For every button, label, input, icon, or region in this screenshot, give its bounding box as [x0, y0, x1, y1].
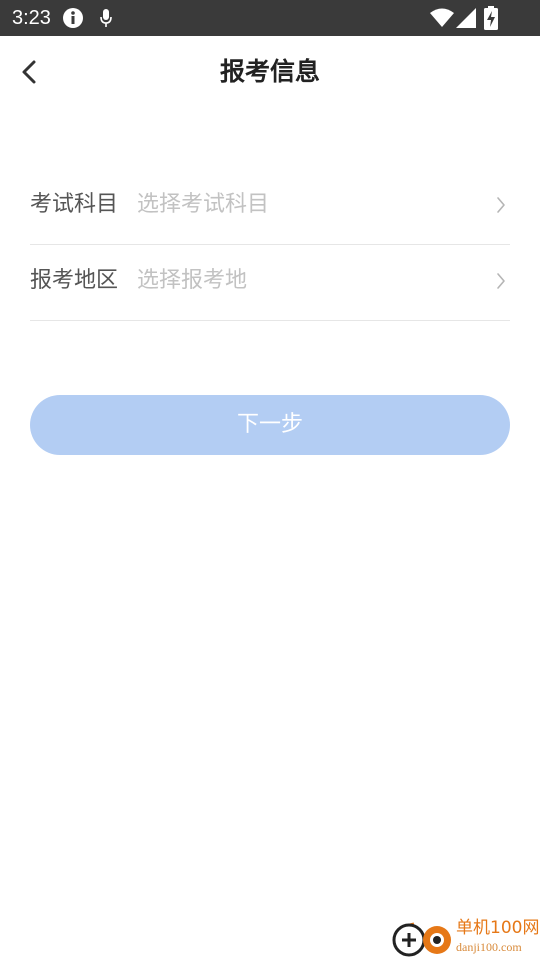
page-title: 报考信息	[219, 57, 320, 86]
cell-signal-icon	[456, 8, 476, 28]
chevron-right-icon	[497, 197, 505, 213]
microphone-icon	[100, 9, 112, 27]
exam-subject-placeholder: 选择考试科目	[137, 192, 270, 217]
watermark: 单机100网 danji100.com	[390, 914, 540, 960]
chevron-right-icon	[497, 273, 505, 289]
exam-subject-selector[interactable]: 考试科目 选择考试科目	[30, 168, 510, 245]
next-step-button[interactable]: 下一步	[30, 395, 510, 455]
wifi-icon	[430, 8, 454, 27]
exam-subject-label: 考试科目	[30, 192, 119, 217]
watermark-name: 单机100网	[456, 918, 540, 938]
exam-region-placeholder: 选择报考地	[137, 268, 248, 293]
watermark-logo-icon	[392, 922, 451, 957]
exam-region-selector[interactable]: 报考地区 选择报考地	[30, 244, 510, 321]
nav-bar: 报考信息	[0, 36, 540, 108]
info-icon	[63, 8, 83, 28]
exam-region-label: 报考地区	[30, 268, 119, 293]
battery-charging-icon	[484, 6, 498, 30]
status-bar: 3:23	[0, 0, 540, 36]
watermark-url: danji100.com	[456, 940, 522, 954]
status-time: 3:23	[12, 7, 51, 29]
